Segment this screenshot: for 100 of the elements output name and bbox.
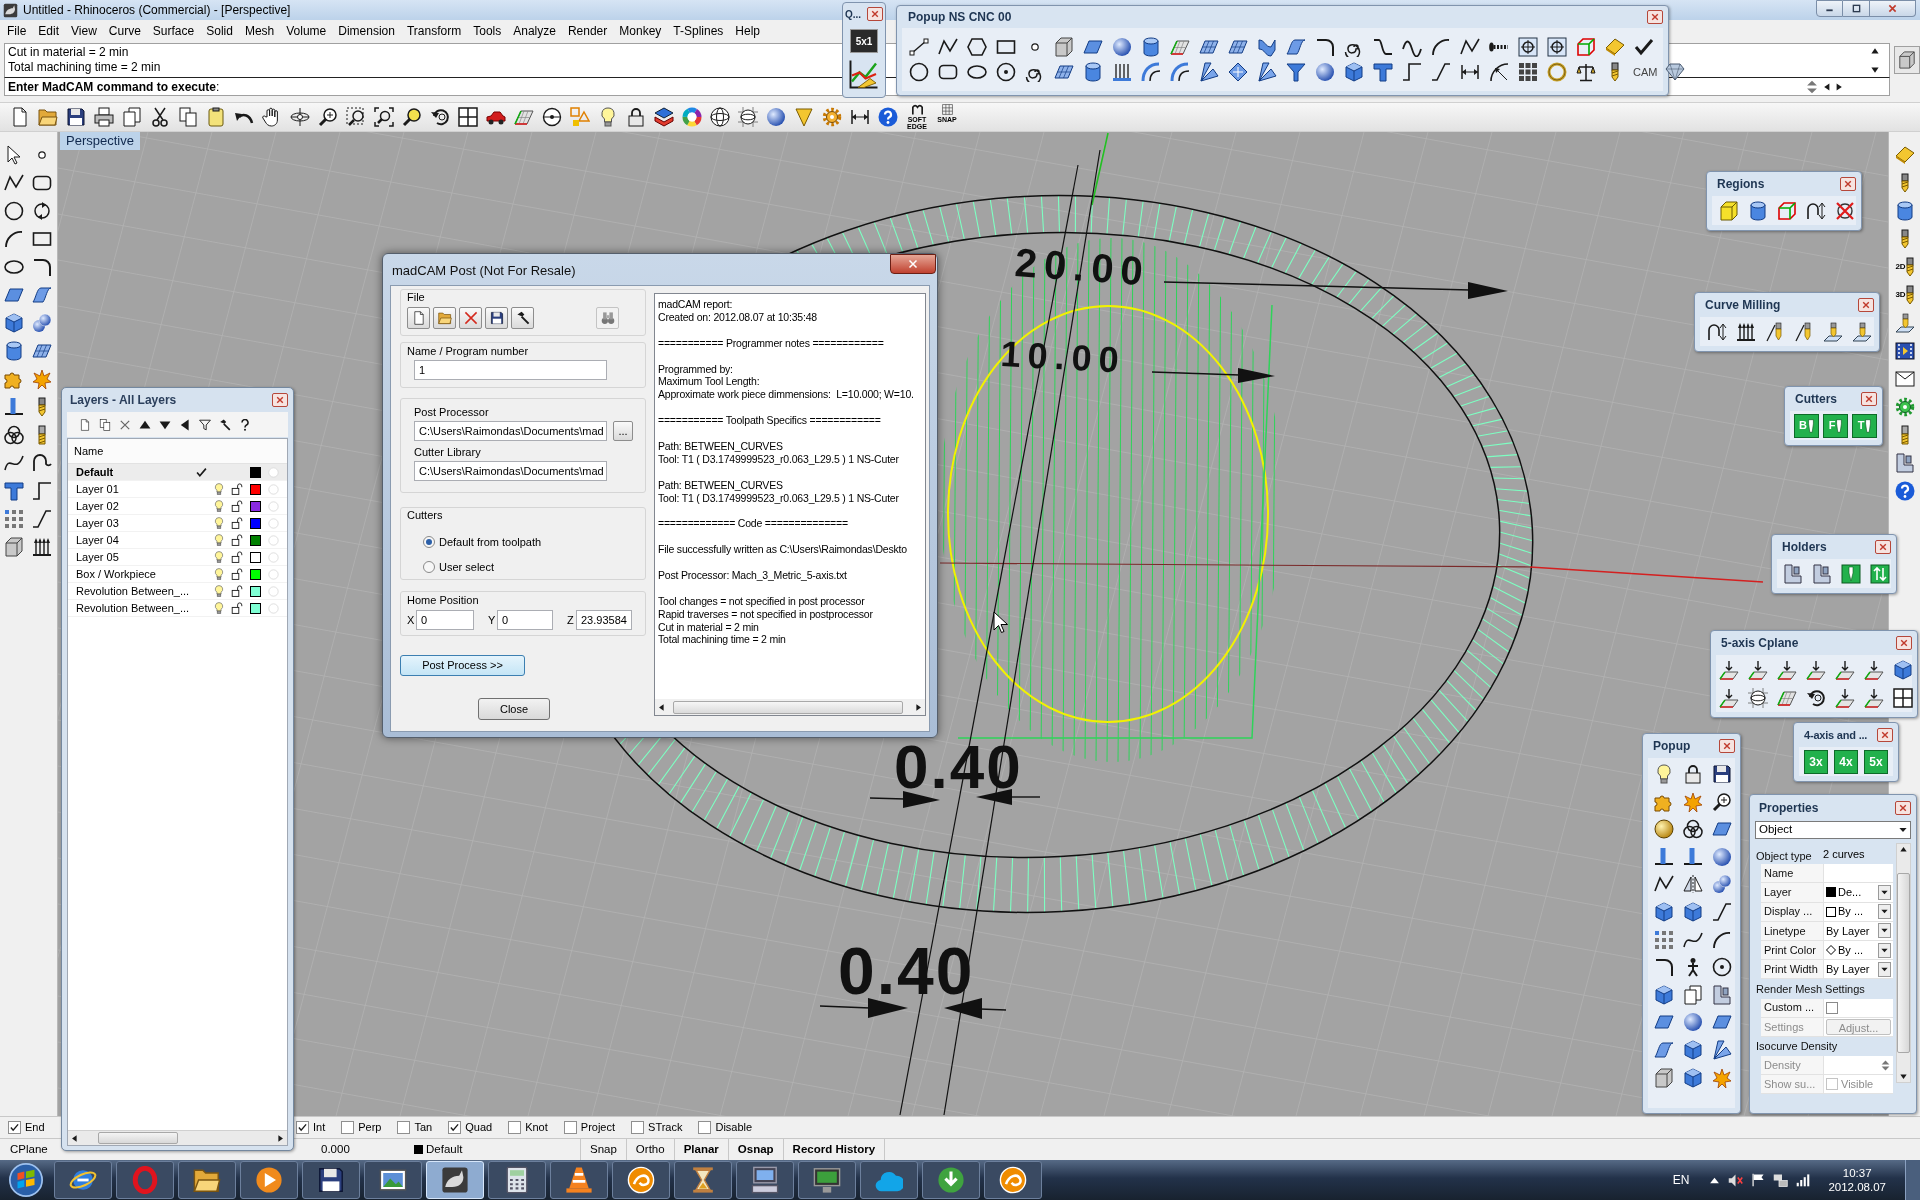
bulb-icon[interactable]: [213, 551, 225, 563]
cylinder-icon[interactable]: [1894, 201, 1915, 221]
filter-icon[interactable]: [199, 418, 211, 431]
input-field[interactable]: 0: [416, 610, 474, 630]
cube-icon[interactable]: [1893, 659, 1913, 680]
grid-plane-arrow-icon[interactable]: [1719, 659, 1739, 680]
rotate-view-icon[interactable]: [1806, 687, 1826, 708]
cube-icon[interactable]: [1683, 1067, 1703, 1088]
taskbar-button[interactable]: [612, 1161, 670, 1199]
input-field[interactable]: C:\Users\Raimondas\Documents\mad: [414, 461, 607, 481]
maximize-button[interactable]: [1843, 0, 1870, 17]
menu-item[interactable]: Volume: [280, 21, 333, 41]
rectangle-icon[interactable]: [32, 229, 52, 249]
burst-icon[interactable]: [1683, 791, 1703, 812]
grid-icon[interactable]: [1518, 62, 1538, 82]
menu-item[interactable]: Tools: [467, 21, 508, 41]
layer-row[interactable]: Layer 03: [68, 515, 287, 532]
help-icon[interactable]: [1894, 481, 1915, 501]
step-line-icon[interactable]: [32, 481, 52, 501]
language-indicator[interactable]: EN: [1672, 1171, 1690, 1189]
bulb-icon[interactable]: [213, 568, 225, 580]
fillet-curve-icon[interactable]: [32, 257, 52, 277]
zoom-in-icon[interactable]: [1712, 791, 1732, 812]
grid-plane-arrow-icon[interactable]: [1748, 659, 1768, 680]
array-icon[interactable]: [1654, 929, 1674, 950]
grid-plane-arrow-icon[interactable]: [1864, 659, 1884, 680]
arc-icon[interactable]: [4, 229, 24, 249]
circle-icon[interactable]: [4, 201, 24, 221]
shaded-sphere-icon[interactable]: [1654, 819, 1674, 840]
bulb-icon[interactable]: [213, 483, 225, 495]
help-icon[interactable]: [878, 107, 898, 127]
input-field[interactable]: 0: [497, 610, 553, 630]
input-field[interactable]: 1: [414, 360, 607, 380]
cylinder-icon[interactable]: [1748, 200, 1768, 221]
rectangle-icon[interactable]: [996, 37, 1016, 57]
layer-row[interactable]: Revolution Between_...: [68, 583, 287, 600]
close-button[interactable]: [890, 254, 936, 274]
post-process-button[interactable]: Post Process >>: [400, 655, 525, 676]
check-icon[interactable]: [1634, 37, 1654, 57]
cube-icon[interactable]: [1654, 984, 1674, 1005]
bulb-icon[interactable]: [213, 534, 225, 546]
mirror-icon[interactable]: [1683, 874, 1703, 895]
signal-bars-icon[interactable]: [1796, 1173, 1811, 1187]
close-dialog-button[interactable]: Close: [478, 698, 550, 720]
close-button[interactable]: [1877, 728, 1893, 742]
grid-surface-icon[interactable]: [32, 341, 52, 361]
osnap-checkbox[interactable]: Tan: [397, 1119, 433, 1136]
zoom-window-icon[interactable]: [346, 107, 366, 127]
twisted-surface-icon[interactable]: [1257, 37, 1277, 57]
grid-plane-arrow-icon[interactable]: [1719, 687, 1739, 708]
gem-icon[interactable]: [1665, 62, 1686, 82]
arrows-tile-icon[interactable]: [1870, 563, 1890, 584]
color-swatch-icon[interactable]: [249, 483, 261, 495]
fillet-curve-icon[interactable]: [1654, 957, 1674, 978]
taskbar-button[interactable]: [674, 1161, 732, 1199]
close-button[interactable]: [1896, 636, 1912, 650]
four-panes-icon[interactable]: [1893, 687, 1913, 708]
growth-chart-icon[interactable]: [849, 59, 879, 89]
diamond-icon[interactable]: [1228, 62, 1248, 82]
bulb-icon[interactable]: [598, 107, 618, 127]
point-icon[interactable]: [38, 151, 46, 159]
polyline-icon[interactable]: [938, 37, 958, 57]
fillet-curve-icon[interactable]: [1315, 37, 1335, 57]
menu-item[interactable]: Dimension: [332, 21, 401, 41]
surface-icon[interactable]: [4, 285, 24, 305]
dropdown[interactable]: By Layer: [1823, 921, 1893, 941]
menu-item[interactable]: File: [1, 21, 33, 41]
taskbar-button[interactable]: [550, 1161, 608, 1199]
cone-icon[interactable]: [794, 107, 814, 127]
horizontal-scrollbar[interactable]: [68, 1130, 287, 1145]
wire-sphere-icon[interactable]: [710, 107, 730, 127]
open-lock-icon[interactable]: [231, 483, 243, 495]
box-icon[interactable]: [1654, 1067, 1674, 1088]
menu-item[interactable]: Render: [561, 21, 614, 41]
toolbar-button[interactable]: 2D: [1891, 256, 1918, 278]
snap-shapes-icon[interactable]: [570, 107, 590, 127]
tile-button[interactable]: 5x1: [850, 29, 878, 53]
dropdown[interactable]: De...: [1823, 883, 1893, 903]
open-lock-icon[interactable]: [231, 500, 243, 512]
osnap-checkbox[interactable]: Int: [296, 1119, 326, 1136]
save-icon[interactable]: [66, 107, 86, 127]
t-shape-icon[interactable]: [1373, 62, 1393, 82]
copy-icon[interactable]: [178, 107, 198, 127]
spinner-arrows-icon[interactable]: [1805, 79, 1819, 94]
grid-sphere-icon[interactable]: [1748, 687, 1768, 708]
rotate-view-icon[interactable]: [430, 107, 450, 127]
triangle-left-icon[interactable]: [1823, 82, 1831, 91]
overlapping-circles-icon[interactable]: [1683, 819, 1703, 840]
menu-item[interactable]: Monkey: [613, 21, 668, 41]
ring-icon[interactable]: [1547, 62, 1567, 82]
bulb-icon[interactable]: [1654, 764, 1674, 784]
curve-arrows-icon[interactable]: [1806, 200, 1826, 221]
step-curve-icon[interactable]: [1373, 37, 1393, 57]
sphere-icon[interactable]: [1315, 62, 1335, 82]
color-wheel-icon[interactable]: [682, 107, 702, 127]
taskbar-button[interactable]: [178, 1161, 236, 1199]
eraser-icon[interactable]: [1605, 37, 1625, 57]
osnap-checkbox[interactable]: Perp: [341, 1119, 382, 1136]
menu-item[interactable]: Edit: [32, 21, 66, 41]
drill-bit-line-icon[interactable]: [1765, 321, 1785, 342]
